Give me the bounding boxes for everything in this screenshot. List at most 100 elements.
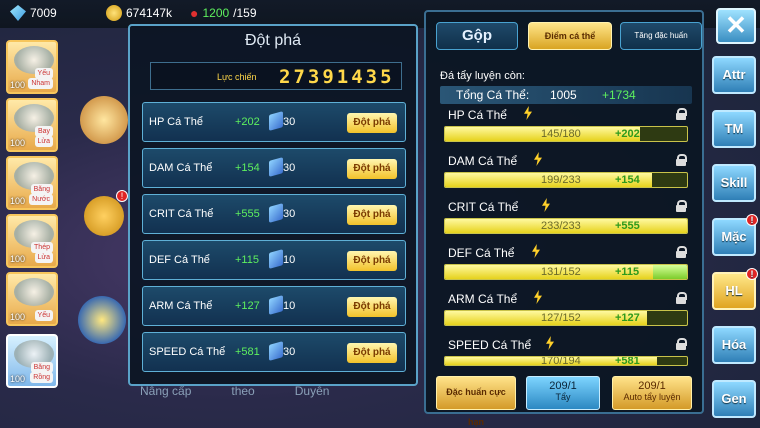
breakthrough-button[interactable]: Đột phá bbox=[347, 343, 397, 363]
nav-attr[interactable]: Attr bbox=[712, 56, 756, 94]
hero-slot[interactable]: 100 Thép Lửa bbox=[6, 214, 58, 268]
lock-icon[interactable] bbox=[676, 108, 687, 120]
breakthrough-button[interactable]: Đột phá bbox=[347, 205, 397, 225]
element-wheel-icon[interactable] bbox=[78, 296, 126, 344]
hero-slot[interactable]: 100 Bay Lửa bbox=[6, 98, 58, 152]
stat-name: ARM Cá Thể bbox=[149, 300, 213, 312]
notification-badge: ! bbox=[746, 268, 758, 280]
individual-stats-panel: Gộp Điểm cá thể Tăng đặc huấn Đá tẩy luy… bbox=[424, 10, 704, 427]
lightning-icon bbox=[542, 198, 550, 212]
nav-gen[interactable]: Gen bbox=[712, 380, 756, 418]
stat-name: DEF Cá Thể bbox=[448, 246, 515, 260]
apple-icon: ● bbox=[190, 5, 199, 21]
reroll-label: Tẩy bbox=[555, 392, 571, 402]
stat-name: HP Cá Thể bbox=[149, 116, 204, 128]
breakthrough-row: HP Cá Thể +202 30 Đột phá bbox=[142, 102, 406, 142]
breakthrough-panel: Đột phá Lực chiến 27391435 HP Cá Thể +20… bbox=[128, 24, 418, 386]
total-plus: +1734 bbox=[602, 88, 636, 102]
stat-progress-bar: 199/233 +154 bbox=[444, 172, 688, 188]
hero-type: Nham bbox=[28, 78, 53, 89]
stat-name: CRIT Cá Thể bbox=[448, 200, 519, 214]
scroll-icon bbox=[269, 203, 283, 223]
stamina-current: 1200 bbox=[202, 6, 230, 20]
breakthrough-row: DEF Cá Thể +115 10 Đột phá bbox=[142, 240, 406, 280]
hero-level: 100 bbox=[10, 312, 26, 322]
hero-type: Nước bbox=[29, 194, 53, 205]
stat-value: 145/180 bbox=[541, 128, 581, 140]
close-button[interactable]: ✕ bbox=[716, 8, 756, 44]
nav-hoa[interactable]: Hóa bbox=[712, 326, 756, 364]
gem-value: 7009 bbox=[30, 6, 57, 20]
auto-reroll-count: 209/1 bbox=[638, 380, 666, 392]
stat-bonus: +127 bbox=[235, 300, 260, 312]
reroll-button[interactable]: 209/1 Tẩy bbox=[526, 376, 600, 410]
combat-power-box: Lực chiến 27391435 bbox=[150, 62, 402, 90]
breakthrough-row: DAM Cá Thể +154 30 Đột phá bbox=[142, 148, 406, 188]
stat-cost: 30 bbox=[283, 116, 296, 128]
breakthrough-row: ARM Cá Thể +127 10 Đột phá bbox=[142, 286, 406, 326]
stat-name: DEF Cá Thể bbox=[149, 254, 210, 266]
gem-icon bbox=[10, 5, 26, 21]
stat-plus: +115 bbox=[615, 266, 640, 278]
stat-name: SPEED Cá Thể bbox=[448, 338, 532, 352]
extreme-training-button[interactable]: Đặc huấn cực hạn bbox=[436, 376, 516, 427]
stat-bonus: +555 bbox=[235, 208, 260, 220]
scroll-icon bbox=[269, 249, 283, 269]
scroll-icon bbox=[269, 295, 283, 315]
breakthrough-button[interactable]: Đột phá bbox=[347, 113, 397, 133]
stat-cost: 10 bbox=[283, 254, 296, 266]
hero-type: Yếu bbox=[34, 310, 53, 321]
lock-icon[interactable] bbox=[676, 338, 687, 350]
hero-slot[interactable]: 100 Yếu Nham bbox=[6, 40, 58, 94]
auto-reroll-button[interactable]: 209/1 Auto tẩy luyện bbox=[612, 376, 692, 410]
total-value: 1005 bbox=[550, 88, 577, 102]
scroll-icon bbox=[269, 157, 283, 177]
lightning-icon bbox=[534, 290, 542, 304]
breakthrough-button[interactable]: Đột phá bbox=[347, 159, 397, 179]
hero-slot[interactable]: 100 Yếu bbox=[6, 272, 58, 326]
stat-value: 233/233 bbox=[541, 220, 581, 232]
nav-hl-label: HL bbox=[725, 283, 743, 298]
lock-icon[interactable] bbox=[676, 154, 687, 166]
nav-hl[interactable]: HL ! bbox=[712, 268, 758, 310]
stat-bonus: +581 bbox=[235, 346, 260, 358]
tab-nang-cap[interactable]: Nâng cấp bbox=[140, 384, 191, 398]
notification-badge: ! bbox=[746, 214, 758, 226]
gold-coin-icon bbox=[106, 5, 122, 21]
tab-duyen[interactable]: Duyên bbox=[295, 384, 330, 398]
tab-theo[interactable]: theo bbox=[231, 384, 254, 398]
nav-tm[interactable]: TM bbox=[712, 110, 756, 148]
lock-icon[interactable] bbox=[676, 246, 687, 258]
lock-icon[interactable] bbox=[676, 292, 687, 304]
stat-row-crit: CRIT Cá Thể 233/233 +555 bbox=[440, 198, 692, 242]
breakthrough-button[interactable]: Đột phá bbox=[347, 251, 397, 271]
stat-plus: +202 bbox=[615, 128, 640, 140]
tab-gop[interactable]: Gộp bbox=[436, 22, 518, 50]
hero-slot[interactable]: 100 Băng Nước bbox=[6, 156, 58, 210]
hero-type: Rồng bbox=[30, 372, 53, 383]
stat-row-hp: HP Cá Thể 145/180 +202 bbox=[440, 106, 692, 150]
stat-progress-bar: 127/152 +127 bbox=[444, 310, 688, 326]
nav-mac[interactable]: Mặc ! bbox=[712, 214, 758, 256]
total-label: Tổng Cá Thể: bbox=[456, 88, 530, 102]
weapon-orb-icon[interactable] bbox=[80, 96, 128, 144]
bottom-tabs: Nâng cấp theo Duyên bbox=[140, 384, 329, 398]
hero-list[interactable]: 100 Yếu Nham 100 Bay Lửa 100 Băng Nước 1… bbox=[2, 40, 60, 392]
lock-orb-icon[interactable]: ! bbox=[84, 190, 128, 236]
hero-level: 100 bbox=[10, 254, 26, 264]
tab-diem-ca-the[interactable]: Điểm cá thể bbox=[528, 22, 612, 50]
stat-name: DAM Cá Thể bbox=[448, 154, 518, 168]
breakthrough-button[interactable]: Đột phá bbox=[347, 297, 397, 317]
lightning-icon bbox=[532, 244, 540, 258]
stat-cost: 30 bbox=[283, 346, 296, 358]
tab-tang-dac-huan[interactable]: Tăng đặc huấn bbox=[620, 22, 702, 50]
nav-skill[interactable]: Skill bbox=[712, 164, 756, 202]
lightning-icon bbox=[546, 336, 554, 350]
stat-value: 170/194 bbox=[541, 356, 581, 366]
lightning-icon bbox=[524, 106, 532, 120]
lock-icon[interactable] bbox=[676, 200, 687, 212]
stat-bonus-fill bbox=[653, 265, 687, 279]
stat-name: ARM Cá Thể bbox=[448, 292, 518, 306]
stat-bonus: +154 bbox=[235, 162, 260, 174]
hero-slot-selected[interactable]: 100 Băng Rồng bbox=[6, 334, 58, 388]
